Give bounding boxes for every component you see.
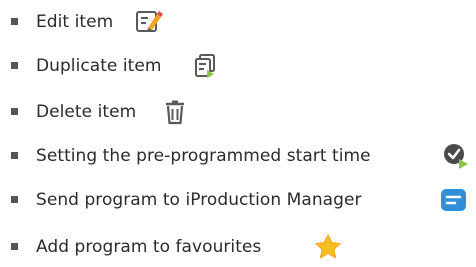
star-icon	[314, 233, 342, 261]
clock-play-icon	[443, 142, 471, 170]
feature-list: Edit item Duplicate item Delete item Set…	[0, 0, 476, 267]
bullet	[11, 62, 18, 69]
bullet	[11, 243, 18, 250]
list-item-label: Setting the pre-programmed start time	[36, 146, 371, 166]
trash-icon	[162, 98, 190, 126]
list-item-label: Duplicate item	[36, 56, 162, 76]
duplicate-icon	[192, 52, 220, 80]
list-item-label: Add program to favourites	[36, 237, 262, 257]
edit-icon	[135, 8, 163, 36]
list-item-label: Delete item	[36, 102, 137, 122]
list-item-label: Edit item	[36, 12, 114, 32]
bullet	[11, 108, 18, 115]
bullet	[11, 152, 18, 159]
send-message-icon	[440, 186, 468, 214]
list-item-label: Send program to iProduction Manager	[36, 190, 362, 210]
bullet	[11, 18, 18, 25]
bullet	[11, 196, 18, 203]
